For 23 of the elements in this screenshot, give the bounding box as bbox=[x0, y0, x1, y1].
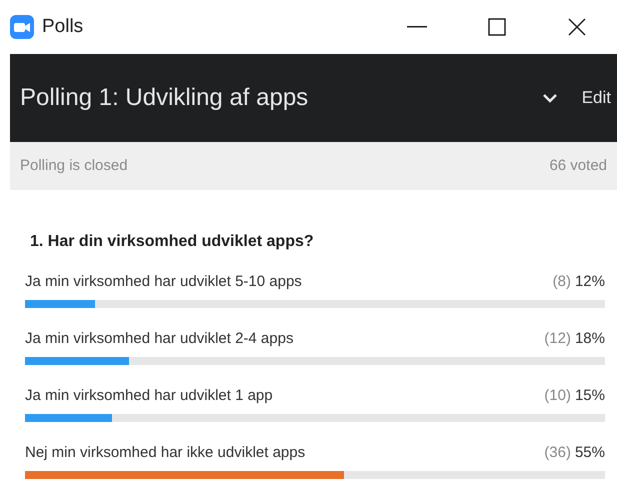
question-text: 1. Har din virksomhed udviklet apps? bbox=[30, 232, 315, 252]
vote-percent: 12% bbox=[574, 273, 605, 290]
edit-link[interactable]: Edit bbox=[582, 85, 611, 111]
vote-percent: 55% bbox=[574, 444, 605, 461]
minimize-icon[interactable] bbox=[407, 26, 427, 28]
option-label: Ja min virksomhed har udviklet 2-4 apps bbox=[25, 329, 294, 349]
vote-percent: 18% bbox=[574, 330, 605, 347]
vote-count: (12) bbox=[544, 330, 571, 347]
vote-count: (8) bbox=[552, 273, 571, 290]
close-icon[interactable] bbox=[568, 18, 586, 36]
chevron-down-icon[interactable] bbox=[542, 93, 558, 103]
vote-count: (10) bbox=[544, 387, 571, 404]
vote-count: 66 voted bbox=[549, 156, 607, 176]
window-title: Polls bbox=[42, 14, 84, 39]
app-icon bbox=[10, 15, 34, 39]
vote-count: (36) bbox=[544, 444, 571, 461]
vote-percent: 15% bbox=[574, 387, 605, 404]
option-label: Ja min virksomhed har udviklet 1 app bbox=[25, 386, 273, 406]
option-label: Ja min virksomhed har udviklet 5-10 apps bbox=[25, 272, 302, 292]
maximize-icon[interactable] bbox=[488, 18, 506, 36]
poll-title: Polling 1: Udvikling af apps bbox=[20, 83, 310, 113]
option-label: Nej min virksomhed har ikke udviklet apps bbox=[25, 443, 306, 463]
poll-status: Polling is closed bbox=[20, 156, 128, 176]
